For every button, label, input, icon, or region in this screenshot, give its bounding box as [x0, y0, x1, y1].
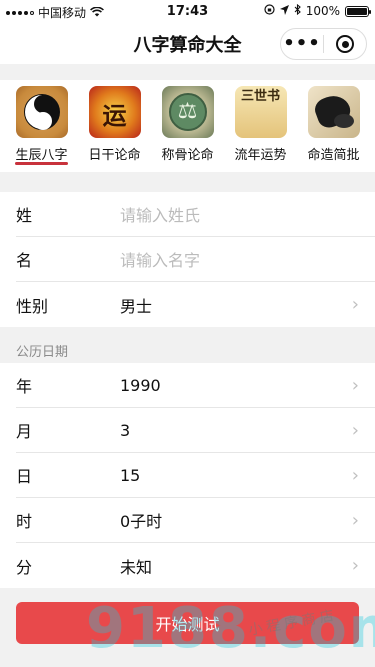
- name-group: 姓 请输入姓氏 名 请输入名字 性别 男士 ›: [0, 192, 375, 327]
- gender-value[interactable]: 男士: [120, 293, 349, 317]
- location-icon: [279, 4, 289, 18]
- day-row[interactable]: 日 15 ›: [16, 453, 375, 498]
- tab-label: 流年运势: [234, 148, 287, 163]
- gender-row[interactable]: 性别 男士 ›: [16, 282, 375, 327]
- year-label: 年: [16, 377, 33, 396]
- tab-label: 生辰八字: [15, 148, 68, 163]
- yin-yang-icon: [15, 86, 68, 138]
- category-tabs: 生辰八字 运 日干论命 ⚖ 称骨论命 三世书 流年运势 命造简批: [0, 80, 375, 172]
- date-group: 年 1990 › 月 3 › 日 15 › 时 0子时 › 分 未知 ›: [0, 363, 375, 588]
- gender-label: 性别: [16, 296, 49, 316]
- bluetooth-icon: [294, 3, 301, 18]
- tab-label: 称骨论命: [161, 148, 214, 163]
- miniprogram-capsule: •••: [280, 28, 367, 60]
- status-bar: 中国移动 17:43 100%: [0, 0, 375, 22]
- chevron-right-icon: ›: [351, 294, 359, 315]
- nav-bar: 八字算命大全 •••: [0, 22, 375, 64]
- day-label: 日: [16, 467, 33, 486]
- yun-icon: 运: [88, 86, 141, 138]
- battery-percent: 100%: [305, 4, 340, 18]
- tab-shengchen-bazi[interactable]: 生辰八字: [5, 80, 78, 172]
- close-circle-icon: [336, 35, 354, 53]
- tab-liunian-yunshi[interactable]: 三世书 流年运势: [224, 80, 297, 172]
- minute-label: 分: [16, 557, 33, 577]
- tab-label: 命造简批: [307, 148, 360, 163]
- given-name-input[interactable]: 请输入名字: [120, 247, 359, 271]
- tab-chenggu-lunming[interactable]: ⚖ 称骨论命: [151, 80, 224, 172]
- given-name-label: 名: [16, 251, 33, 270]
- surname-input[interactable]: 请输入姓氏: [120, 202, 359, 226]
- year-value[interactable]: 1990: [120, 376, 349, 395]
- chevron-right-icon: ›: [351, 555, 359, 576]
- scale-icon: ⚖: [161, 86, 214, 138]
- chevron-right-icon: ›: [351, 464, 359, 486]
- hour-value[interactable]: 0子时: [120, 508, 349, 532]
- hour-row[interactable]: 时 0子时 ›: [16, 498, 375, 543]
- chevron-right-icon: ›: [351, 419, 359, 441]
- section-title-gregorian-date: 公历日期: [16, 345, 69, 360]
- status-right: 100%: [264, 3, 371, 18]
- hour-label: 时: [16, 512, 33, 531]
- orientation-lock-icon: [264, 4, 275, 18]
- given-name-row[interactable]: 名 请输入名字: [16, 237, 375, 282]
- chevron-right-icon: ›: [351, 509, 359, 531]
- month-label: 月: [16, 422, 33, 441]
- sansheng-icon: 三世书: [234, 86, 287, 138]
- minute-value[interactable]: 未知: [120, 554, 349, 578]
- chevron-right-icon: ›: [351, 374, 359, 396]
- battery-icon: [345, 5, 371, 17]
- tab-rigan-lunming[interactable]: 运 日干论命: [78, 80, 151, 172]
- more-icon[interactable]: •••: [281, 34, 323, 54]
- month-row[interactable]: 月 3 ›: [16, 408, 375, 453]
- ink-icon: [307, 86, 360, 138]
- surname-row[interactable]: 姓 请输入姓氏: [16, 192, 375, 237]
- minute-row[interactable]: 分 未知 ›: [16, 543, 375, 588]
- year-row[interactable]: 年 1990 ›: [16, 363, 375, 408]
- tab-label: 日干论命: [88, 148, 141, 163]
- close-miniprogram-button[interactable]: [324, 35, 366, 53]
- tab-mingzao-jianpi[interactable]: 命造简批: [297, 80, 370, 172]
- surname-label: 姓: [16, 206, 33, 225]
- month-value[interactable]: 3: [120, 421, 349, 440]
- day-value[interactable]: 15: [120, 466, 349, 485]
